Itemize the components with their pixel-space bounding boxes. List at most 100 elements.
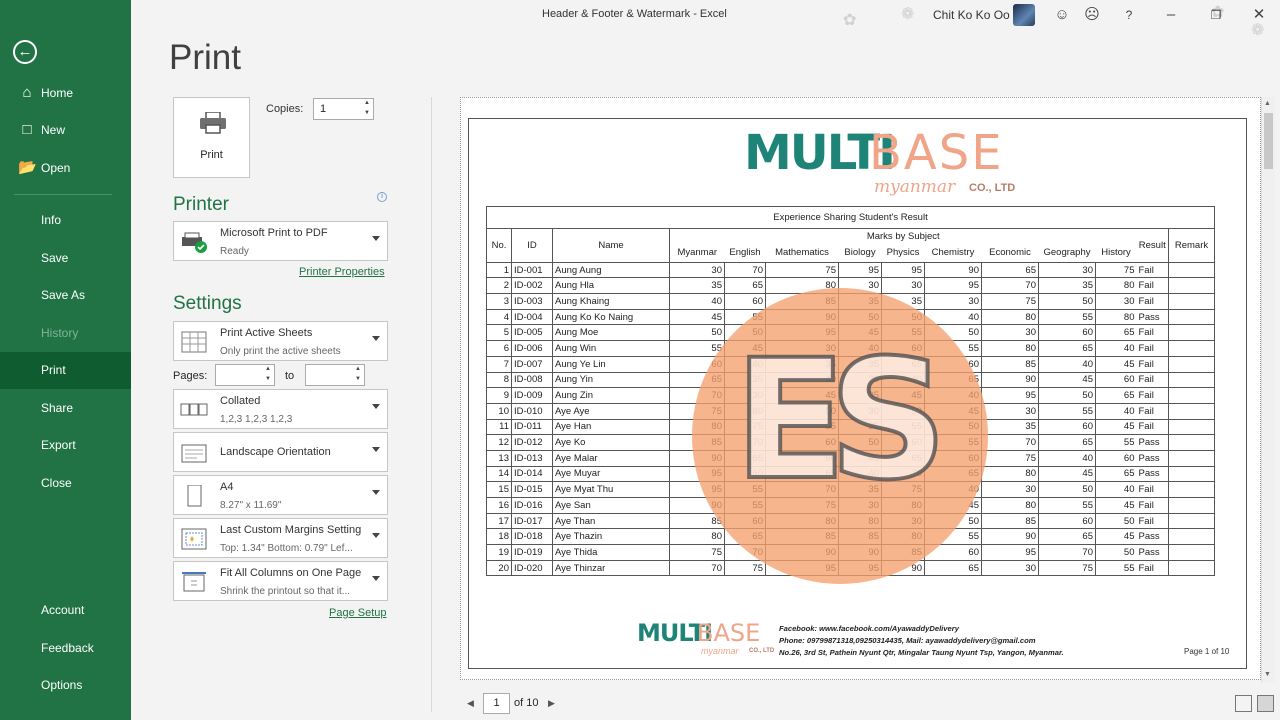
nav-new[interactable]: □ New	[0, 112, 131, 148]
row-number: 9	[486, 387, 512, 404]
row-number: 4	[486, 308, 512, 326]
score-cell: 80	[981, 308, 1039, 326]
printer-dropdown[interactable]: Microsoft Print to PDF Ready	[173, 221, 388, 261]
footer-page-number: Page 1 of 10	[1184, 647, 1230, 656]
table-row: 5 ID-005 Aung Moe 50 50 95 45 55 50 30 60 65 Fail	[486, 324, 1215, 342]
margins-dropdown[interactable]: Last Custom Margins Setting Top: 1.34" B…	[173, 518, 388, 558]
score-cell: 35	[881, 293, 925, 310]
zoom-to-page-icon[interactable]	[1257, 695, 1274, 712]
back-arrow-icon[interactable]: ←	[13, 40, 37, 64]
footer-address: No.26, 3rd St, Pathein Nyunt Qtr, Mingal…	[779, 648, 1064, 657]
frown-icon[interactable]: ☹	[1082, 5, 1102, 25]
table-row: 13 ID-013 Aye Malar 90 65 60 45 65 60 75 40 60 Pass	[486, 449, 1215, 467]
score-cell: 65	[669, 371, 725, 389]
pages-from-input[interactable]: ▲ ▼	[215, 364, 275, 386]
result-status: Fail	[1136, 340, 1169, 357]
preview-scrollbar[interactable]: ▲ ▼	[1261, 97, 1275, 683]
score-cell: 90	[669, 497, 725, 514]
show-margins-icon[interactable]	[1235, 695, 1252, 712]
page-title: Print	[169, 38, 241, 77]
scroll-up-icon[interactable]: ▲	[1264, 100, 1271, 107]
row-number: 2	[486, 277, 512, 295]
nav-feedback[interactable]: Feedback	[0, 630, 131, 666]
score-cell: 75	[881, 481, 925, 498]
page-setup-link[interactable]: Page Setup	[329, 607, 387, 619]
nav-close[interactable]: Close	[0, 465, 131, 501]
score-cell: 75	[1095, 261, 1137, 279]
smile-icon[interactable]: ☺	[1052, 5, 1072, 25]
spin-down-icon[interactable]: ▼	[364, 110, 370, 116]
paper-size-dropdown[interactable]: A4 8.27" x 11.69"	[173, 475, 388, 515]
nav-save-as[interactable]: Save As	[0, 277, 131, 313]
remark-cell	[1168, 434, 1215, 451]
info-icon[interactable]: i	[377, 192, 387, 202]
header-remark: Remark	[1168, 228, 1215, 263]
student-name: Aye Aye	[552, 402, 670, 420]
avatar[interactable]	[1013, 4, 1035, 26]
spin-down-icon[interactable]: ▼	[265, 376, 271, 382]
minimize-icon[interactable]: –	[1161, 5, 1181, 25]
nav-home[interactable]: ⌂ Home	[0, 75, 131, 111]
copies-stepper[interactable]: 1 ▲ ▼	[313, 98, 374, 120]
print-button[interactable]: Print	[173, 97, 250, 178]
nav-options[interactable]: Options	[0, 667, 131, 703]
subject-header: Myanmar	[669, 244, 725, 263]
row-number: 7	[486, 355, 512, 373]
table-row: 19 ID-019 Aye Thida 75 70 90 90 85 60 95 70 50 Pass	[486, 544, 1215, 561]
collated-icon	[180, 403, 208, 416]
nav-export[interactable]: Export	[0, 427, 131, 463]
student-name: Aung Zin	[552, 387, 670, 404]
score-cell: 55	[1038, 308, 1096, 326]
nav-account[interactable]: Account	[0, 592, 131, 628]
nav-open[interactable]: 📂 Open	[0, 150, 131, 186]
restore-icon[interactable]: ❐	[1206, 5, 1226, 25]
spin-up-icon[interactable]: ▲	[355, 366, 361, 372]
spin-down-icon[interactable]: ▼	[355, 376, 361, 382]
spin-up-icon[interactable]: ▲	[364, 100, 370, 106]
scaling-dropdown[interactable]: Fit All Columns on One Page Shrink the p…	[173, 561, 388, 601]
result-status: Fail	[1136, 481, 1169, 498]
score-cell: 95	[981, 387, 1039, 404]
score-cell: 55	[724, 481, 766, 498]
collation-dropdown[interactable]: Collated 1,2,3 1,2,3 1,2,3	[173, 389, 388, 429]
student-id: ID-015	[511, 481, 553, 498]
student-id: ID-002	[511, 277, 553, 295]
row-number: 13	[486, 449, 512, 467]
chevron-down-icon	[372, 533, 380, 538]
nav-print[interactable]: Print	[0, 352, 131, 389]
subject-header: Economic	[981, 244, 1039, 263]
close-icon[interactable]: ✕	[1249, 5, 1269, 25]
nav-save[interactable]: Save	[0, 240, 131, 276]
score-cell: 90	[669, 449, 725, 467]
score-cell: 80	[1095, 308, 1137, 326]
help-icon[interactable]: ?	[1119, 5, 1139, 25]
result-status: Pass	[1136, 449, 1169, 467]
score-cell: 50	[1095, 512, 1137, 530]
pages-to-input[interactable]: ▲ ▼	[305, 364, 365, 386]
score-cell: 70	[724, 434, 766, 451]
score-cell: 95	[838, 261, 882, 279]
nav-share[interactable]: Share	[0, 390, 131, 426]
orientation-dropdown[interactable]: Landscape Orientation	[173, 432, 388, 472]
score-cell: 65	[724, 449, 766, 467]
score-cell: 30	[981, 324, 1039, 342]
scroll-thumb[interactable]	[1264, 113, 1273, 169]
print-what-dropdown[interactable]: Print Active Sheets Only print the activ…	[173, 321, 388, 361]
score-cell: 65	[881, 355, 925, 373]
score-cell: 55	[1038, 402, 1096, 420]
user-name[interactable]: Chit Ko Ko Oo	[933, 8, 1010, 22]
printer-name: Microsoft Print to PDF	[220, 227, 328, 239]
scroll-down-icon[interactable]: ▼	[1264, 671, 1271, 678]
header-name: Name	[552, 228, 670, 263]
score-cell: 80	[669, 528, 725, 546]
previous-page-icon[interactable]: ◀	[467, 698, 474, 709]
spin-up-icon[interactable]: ▲	[265, 366, 271, 372]
next-page-icon[interactable]: ▶	[548, 698, 555, 709]
printer-properties-link[interactable]: Printer Properties	[299, 266, 385, 278]
table-row: 2 ID-002 Aung Hla 35 65 80 30 30 95 70 35 80 Fail	[486, 277, 1215, 295]
paper-size-desc: 8.27" x 11.69"	[220, 500, 282, 511]
score-cell: 50	[1038, 387, 1096, 404]
nav-info[interactable]: Info	[0, 202, 131, 238]
page-number-input[interactable]: 1	[483, 693, 510, 714]
results-table: Experience Sharing Student's Result No. …	[486, 206, 1215, 577]
